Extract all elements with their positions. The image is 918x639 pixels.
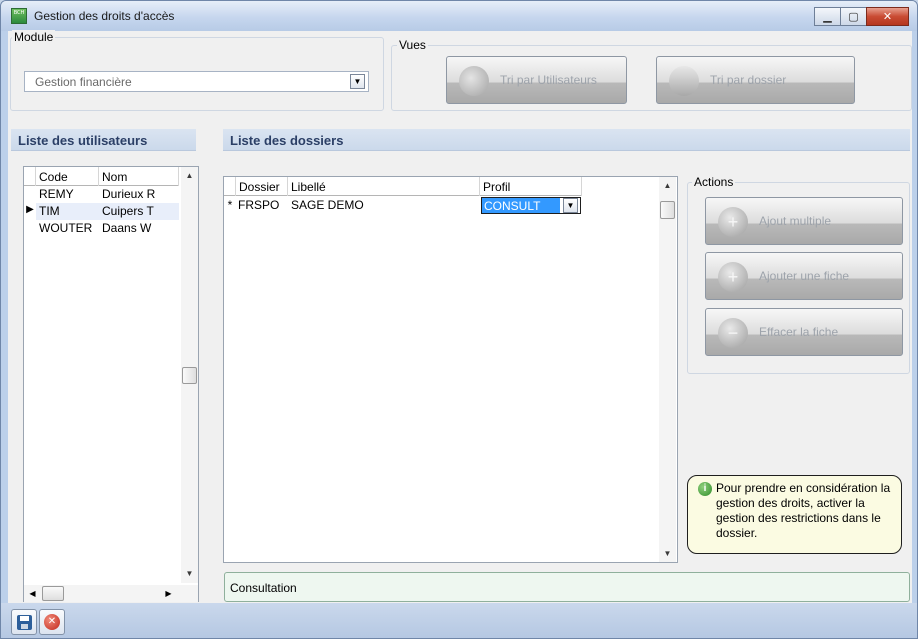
row-indicator-header (24, 167, 36, 186)
scroll-thumb[interactable] (660, 201, 675, 219)
scroll-up-arrow[interactable]: ▲ (181, 167, 198, 184)
module-select[interactable]: Gestion financière ▼ (24, 71, 369, 92)
users-section-header: Liste des utilisateurs (11, 129, 196, 151)
cancel-button[interactable]: ✕ (39, 609, 65, 635)
scroll-down-arrow[interactable]: ▼ (659, 545, 676, 562)
row-marker (24, 221, 36, 237)
tri-utilisateurs-label: Tri par Utilisateurs (500, 73, 597, 87)
user-code[interactable]: WOUTER (39, 221, 99, 237)
profil-select[interactable]: CONSULT ▼ (481, 197, 581, 214)
chevron-down-icon[interactable]: ▼ (350, 74, 365, 89)
col-header-profil[interactable]: Profil (480, 177, 582, 196)
minus-icon: − (718, 318, 748, 348)
save-button[interactable] (11, 609, 37, 635)
dossiers-vscrollbar[interactable]: ▲ ▼ (659, 177, 676, 562)
col-header-dossier[interactable]: Dossier (236, 177, 288, 196)
users-vscrollbar[interactable]: ▲ ▼ (181, 167, 198, 583)
col-header-nom[interactable]: Nom (99, 167, 179, 186)
status-text: Consultation (230, 581, 297, 595)
dossiers-grid-header: Dossier Libellé Profil (224, 177, 582, 196)
users-hscrollbar[interactable]: ◀ ▶ (24, 585, 198, 602)
users-icon (459, 66, 489, 96)
effacer-fiche-label: Effacer la fiche (759, 325, 839, 339)
minimize-button[interactable]: ▁ (814, 7, 841, 26)
status-box: Consultation (224, 572, 910, 602)
main-window: BCH Gestion des droits d'accès ▁ ▢ ✕ Mod… (0, 0, 918, 639)
info-tooltip: i Pour prendre en considération la gesti… (687, 475, 902, 554)
maximize-button[interactable]: ▢ (840, 7, 867, 26)
window-title: Gestion des droits d'accès (34, 9, 175, 23)
dossiers-section-header: Liste des dossiers (223, 129, 910, 151)
scroll-down-arrow[interactable]: ▼ (181, 565, 198, 582)
info-text: Pour prendre en considération la gestion… (716, 481, 891, 540)
scroll-right-arrow[interactable]: ▶ (160, 585, 177, 602)
folder-icon (669, 66, 699, 96)
plus-icon: + (718, 262, 748, 292)
current-row-marker: ▶ (26, 204, 34, 215)
ajout-multiple-button[interactable]: + Ajout multiple (705, 197, 903, 245)
hscroll-thumb[interactable] (42, 586, 64, 601)
client-area: Module Gestion financière ▼ Vues Tri par… (8, 30, 912, 603)
col-header-libelle[interactable]: Libellé (288, 177, 480, 196)
ajouter-fiche-button[interactable]: + Ajouter une fiche (705, 252, 903, 300)
close-button[interactable]: ✕ (866, 7, 909, 26)
dossier-code-cell[interactable]: FRSPO (238, 198, 288, 214)
effacer-fiche-button[interactable]: − Effacer la fiche (705, 308, 903, 356)
cancel-icon: ✕ (44, 614, 60, 630)
user-nom[interactable]: Daans W (102, 221, 178, 237)
dossiers-grid[interactable]: Dossier Libellé Profil * FRSPO SAGE DEMO… (223, 176, 678, 563)
module-select-value: Gestion financière (35, 75, 132, 89)
plus-icon: + (718, 207, 748, 237)
actions-label: Actions (692, 175, 736, 189)
users-grid[interactable]: Code Nom REMY Durieux R ▶ TIM Cuipers T … (23, 166, 199, 602)
tri-dossier-button[interactable]: Tri par dossier (656, 56, 855, 104)
bottom-toolbar: ✕ (1, 603, 917, 638)
window-controls: ▁ ▢ ✕ (814, 7, 909, 27)
user-nom[interactable]: Cuipers T (102, 204, 178, 220)
scroll-up-arrow[interactable]: ▲ (659, 177, 676, 194)
module-label: Module (12, 30, 56, 44)
ajouter-fiche-label: Ajouter une fiche (759, 269, 850, 283)
row-marker (24, 187, 36, 203)
app-icon: BCH (11, 8, 27, 24)
vues-label: Vues (397, 38, 428, 52)
tri-utilisateurs-button[interactable]: Tri par Utilisateurs (446, 56, 627, 104)
tri-dossier-label: Tri par dossier (710, 73, 787, 87)
col-header-code[interactable]: Code (36, 167, 99, 186)
user-code[interactable]: TIM (39, 204, 99, 220)
title-bar[interactable]: BCH Gestion des droits d'accès ▁ ▢ ✕ (1, 1, 917, 31)
user-nom[interactable]: Durieux R (102, 187, 178, 203)
chevron-down-icon[interactable]: ▼ (563, 198, 578, 213)
info-icon: i (698, 482, 712, 496)
floppy-disk-icon (16, 614, 32, 630)
users-grid-header: Code Nom (24, 167, 179, 186)
new-row-marker: * (227, 198, 233, 212)
scroll-thumb[interactable] (182, 367, 197, 384)
profil-select-value: CONSULT (482, 198, 560, 213)
dossier-libelle-cell[interactable]: SAGE DEMO (291, 198, 480, 214)
row-indicator-header (224, 177, 236, 196)
user-code[interactable]: REMY (39, 187, 99, 203)
scroll-left-arrow[interactable]: ◀ (24, 585, 41, 602)
ajout-multiple-label: Ajout multiple (759, 214, 832, 228)
